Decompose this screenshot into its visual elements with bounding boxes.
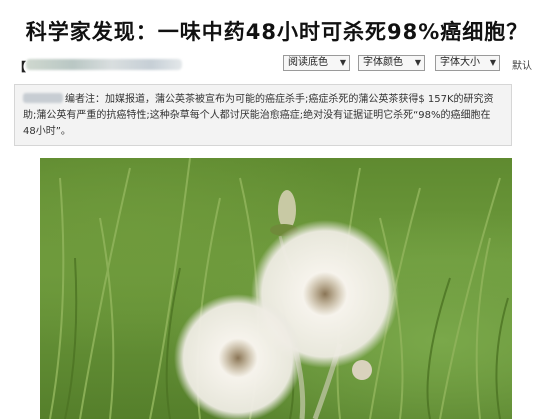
- blurred-source-info: [26, 59, 182, 70]
- blurred-editor-name: [23, 93, 63, 103]
- source-bracket: 【: [14, 60, 27, 74]
- chevron-down-icon: ▼: [414, 58, 421, 67]
- font-size-label: 字体大小: [440, 57, 480, 68]
- reading-bg-color-label: 阅读底色: [288, 57, 328, 68]
- dandelion-illustration: [49, 158, 509, 419]
- reset-default-link[interactable]: 默认: [512, 57, 532, 72]
- source-line: 【: [14, 58, 27, 74]
- editor-note-text: 编者注：加媒报道，蒲公英茶被宣布为可能的癌症杀手;癌症杀死的蒲公英茶获得$ 15…: [23, 94, 494, 137]
- reading-bg-color-select[interactable]: 阅读底色 ▼: [283, 55, 350, 71]
- editor-note-box: 编者注：加媒报道，蒲公英茶被宣布为可能的癌症杀手;癌症杀死的蒲公英茶获得$ 15…: [14, 84, 512, 146]
- article-photo-dandelion: [40, 158, 512, 419]
- font-size-select[interactable]: 字体大小 ▼: [435, 55, 500, 71]
- article-title: 科学家发现：一味中药48小时可杀死98%癌细胞？: [25, 20, 529, 44]
- font-color-select[interactable]: 字体颜色 ▼: [358, 55, 425, 71]
- font-color-label: 字体颜色: [363, 57, 403, 68]
- chevron-down-icon: ▼: [339, 58, 346, 67]
- chevron-down-icon: ▼: [489, 58, 496, 67]
